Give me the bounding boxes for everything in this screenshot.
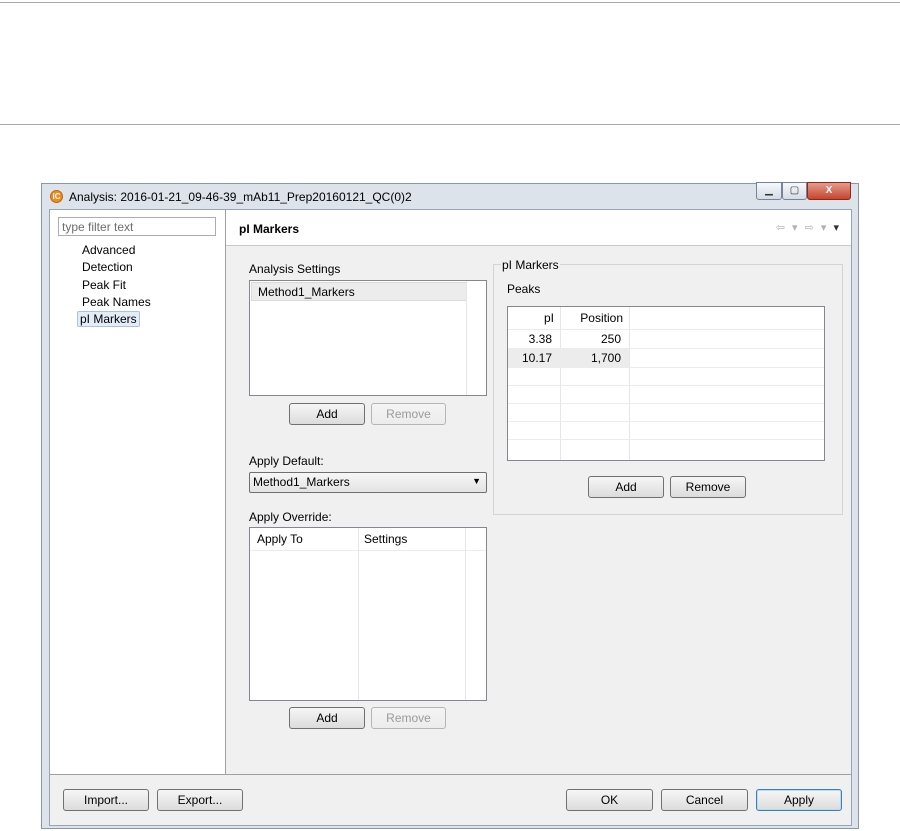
- dialog-button-bar: Import... Export... OK Cancel Apply: [50, 774, 851, 825]
- analysis-window: iC Analysis: 2016-01-21_09-46-39_mAb11_P…: [41, 182, 859, 829]
- table-cell-position[interactable]: 250: [560, 330, 621, 348]
- close-icon[interactable]: X: [807, 182, 851, 200]
- row-divider: [508, 367, 824, 368]
- pi-markers-group-title: pI Markers: [501, 258, 560, 272]
- analysis-remove-button[interactable]: Remove: [371, 403, 446, 425]
- apply-button[interactable]: Apply: [756, 789, 842, 811]
- peaks-remove-button[interactable]: Remove: [670, 476, 746, 498]
- chevron-down-icon: ▼: [472, 476, 481, 486]
- apply-override-label: Apply Override:: [249, 510, 332, 524]
- page-title: pI Markers: [239, 222, 300, 236]
- window-title: Analysis: 2016-01-21_09-46-39_mAb11_Prep…: [69, 190, 412, 204]
- table-cell-position[interactable]: 1,700: [560, 349, 621, 367]
- analysis-settings-label: Analysis Settings: [249, 262, 341, 276]
- peaks-add-button[interactable]: Add: [588, 476, 664, 498]
- title-bar[interactable]: iC Analysis: 2016-01-21_09-46-39_mAb11_P…: [42, 182, 858, 210]
- tree-item-advanced[interactable]: Advanced: [80, 242, 137, 258]
- peaks-table[interactable]: pI Position 3.38 250 10.17 1,700: [507, 306, 825, 461]
- tree-item-peak-names[interactable]: Peak Names: [80, 294, 153, 310]
- apply-default-label: Apply Default:: [249, 454, 324, 468]
- row-divider: [508, 403, 824, 404]
- apply-default-value: Method1_Markers: [253, 475, 350, 489]
- peaks-label: Peaks: [507, 282, 541, 296]
- app-icon: iC: [50, 190, 63, 203]
- pi-markers-group: pI Markers Peaks pI Position 3.38 250 10…: [493, 258, 843, 515]
- back-dropdown-icon[interactable]: ▾: [792, 222, 800, 234]
- minimize-icon[interactable]: ▁: [756, 182, 782, 200]
- page-header: pI Markers ⇦ ▾ ⇨ ▾ ▾: [226, 210, 851, 246]
- import-button[interactable]: Import...: [63, 789, 149, 811]
- apply-override-table[interactable]: Apply To Settings: [249, 527, 487, 701]
- table-cell-pi[interactable]: 10.17: [508, 349, 552, 367]
- section-divider: [0, 124, 900, 125]
- apply-default-select[interactable]: Method1_Markers ▼: [249, 472, 487, 493]
- column-header-position[interactable]: Position: [560, 307, 623, 329]
- filter-input[interactable]: [58, 217, 216, 236]
- top-divider: [0, 2, 900, 3]
- preference-tree: Advanced Detection Peak Fit Peak Names p…: [50, 210, 226, 774]
- row-divider: [508, 385, 824, 386]
- cancel-button[interactable]: Cancel: [661, 789, 748, 811]
- override-add-button[interactable]: Add: [289, 707, 365, 729]
- menu-dropdown-icon[interactable]: ▾: [833, 222, 841, 234]
- back-arrow-icon[interactable]: ⇦: [776, 222, 787, 234]
- maximize-icon[interactable]: ▢: [782, 182, 807, 200]
- list-item[interactable]: Method1_Markers: [251, 282, 467, 301]
- ok-button[interactable]: OK: [566, 789, 653, 811]
- analysis-settings-list[interactable]: Method1_Markers: [249, 280, 487, 396]
- list-scroll-column: [466, 281, 467, 395]
- export-button[interactable]: Export...: [157, 789, 243, 811]
- tree-item-peak-fit[interactable]: Peak Fit: [80, 277, 128, 293]
- analysis-add-button[interactable]: Add: [289, 403, 365, 425]
- column-divider: [465, 528, 466, 700]
- column-divider: [358, 528, 359, 700]
- row-divider: [508, 439, 824, 440]
- tree-item-pi-markers[interactable]: pI Markers: [77, 311, 140, 327]
- forward-dropdown-icon[interactable]: ▾: [821, 222, 829, 234]
- dialog-client: Advanced Detection Peak Fit Peak Names p…: [49, 209, 852, 826]
- page-nav-icons: ⇦ ▾ ⇨ ▾ ▾: [776, 221, 841, 234]
- row-divider: [508, 421, 824, 422]
- header-divider: [250, 550, 486, 551]
- tree-item-detection[interactable]: Detection: [80, 259, 135, 275]
- override-remove-button[interactable]: Remove: [371, 707, 446, 729]
- forward-arrow-icon[interactable]: ⇨: [805, 222, 816, 234]
- row-divider: [508, 329, 824, 330]
- column-header-settings[interactable]: Settings: [364, 528, 464, 550]
- column-header-apply-to[interactable]: Apply To: [257, 528, 357, 550]
- column-header-pi[interactable]: pI: [508, 307, 554, 329]
- table-cell-pi[interactable]: 3.38: [508, 330, 552, 348]
